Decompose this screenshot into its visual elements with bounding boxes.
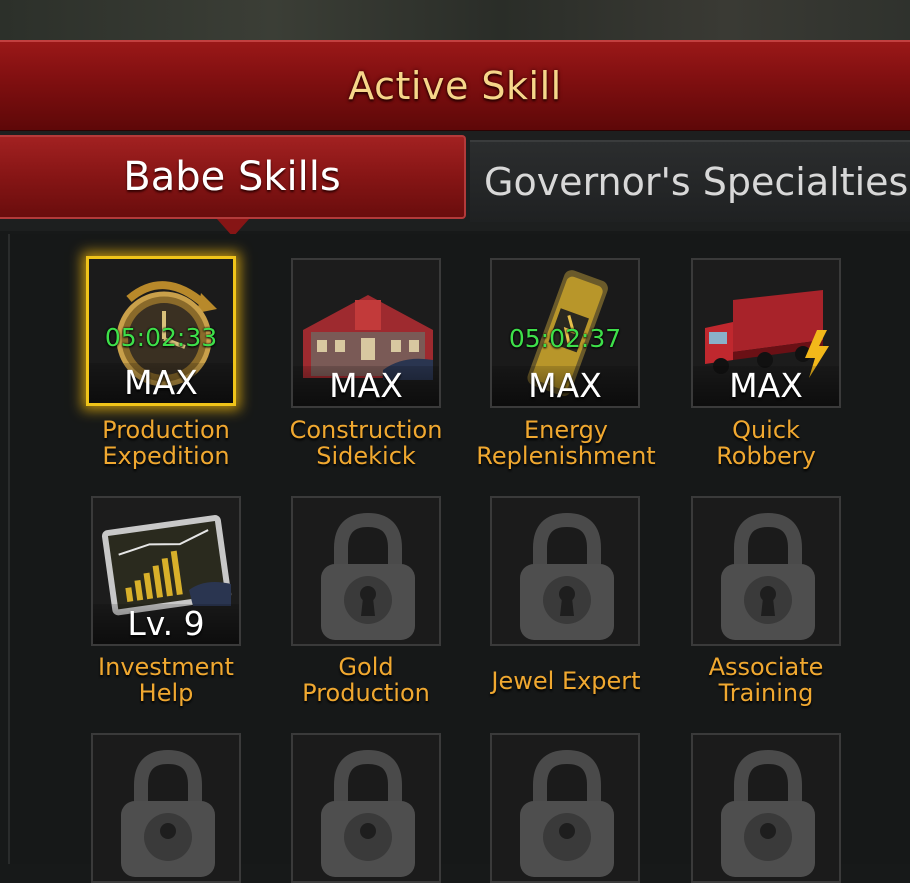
tab-label: Governor's Specialties	[484, 160, 909, 204]
skill-slot-investment-help[interactable]: Lv. 9	[91, 496, 241, 646]
skill-level: Lv. 9	[93, 604, 239, 644]
skill-level: MAX	[492, 366, 638, 406]
skill-level: MAX	[693, 366, 839, 406]
cooldown-timer: 05:02:33	[104, 323, 218, 352]
skill-slot-gold-production[interactable]	[291, 496, 441, 646]
skill-slot-jewel-expert[interactable]	[490, 496, 640, 646]
lock-icon	[293, 498, 439, 644]
skill-name: Gold Production	[302, 653, 430, 707]
skill-name: Jewel Expert	[491, 667, 641, 695]
skill-name: Investment Help	[98, 653, 234, 707]
skill-name: Production Expedition	[102, 416, 230, 470]
lock-icon	[293, 735, 439, 881]
tab-label: Babe Skills	[123, 154, 341, 200]
skill-name: Associate Training	[708, 653, 824, 707]
skill-slot-locked[interactable]	[691, 733, 841, 883]
skill-name: Quick Robbery	[716, 416, 816, 470]
lock-icon	[693, 498, 839, 644]
skill-slot-locked[interactable]	[91, 733, 241, 883]
lock-icon	[492, 735, 638, 881]
background-scene	[0, 0, 910, 42]
skill-slot-locked[interactable]	[490, 733, 640, 883]
skill-name: Construction Sidekick	[289, 416, 443, 470]
skill-level: MAX	[293, 366, 439, 406]
skill-slot-quick-robbery[interactable]: MAX	[691, 258, 841, 408]
skill-slot-energy-replenishment[interactable]: 05:02:37 MAX	[490, 258, 640, 408]
skill-slot-production-expedition[interactable]: 05:02:33 MAX	[86, 256, 236, 406]
skill-slot-locked[interactable]	[291, 733, 441, 883]
lock-icon	[93, 735, 239, 881]
skill-slot-construction-sidekick[interactable]: MAX	[291, 258, 441, 408]
skill-level: MAX	[89, 363, 233, 403]
tab-babe-skills[interactable]: Babe Skills	[0, 135, 466, 219]
skill-name: Energy Replenishment	[476, 416, 656, 470]
lock-icon	[693, 735, 839, 881]
cooldown-timer: 05:02:37	[508, 324, 622, 353]
page-title: Active Skill	[348, 64, 562, 108]
tab-governors-specialties[interactable]: Governor's Specialties	[470, 140, 910, 222]
lock-icon	[492, 498, 638, 644]
title-bar: Active Skill	[0, 40, 910, 133]
skill-slot-associate-training[interactable]	[691, 496, 841, 646]
